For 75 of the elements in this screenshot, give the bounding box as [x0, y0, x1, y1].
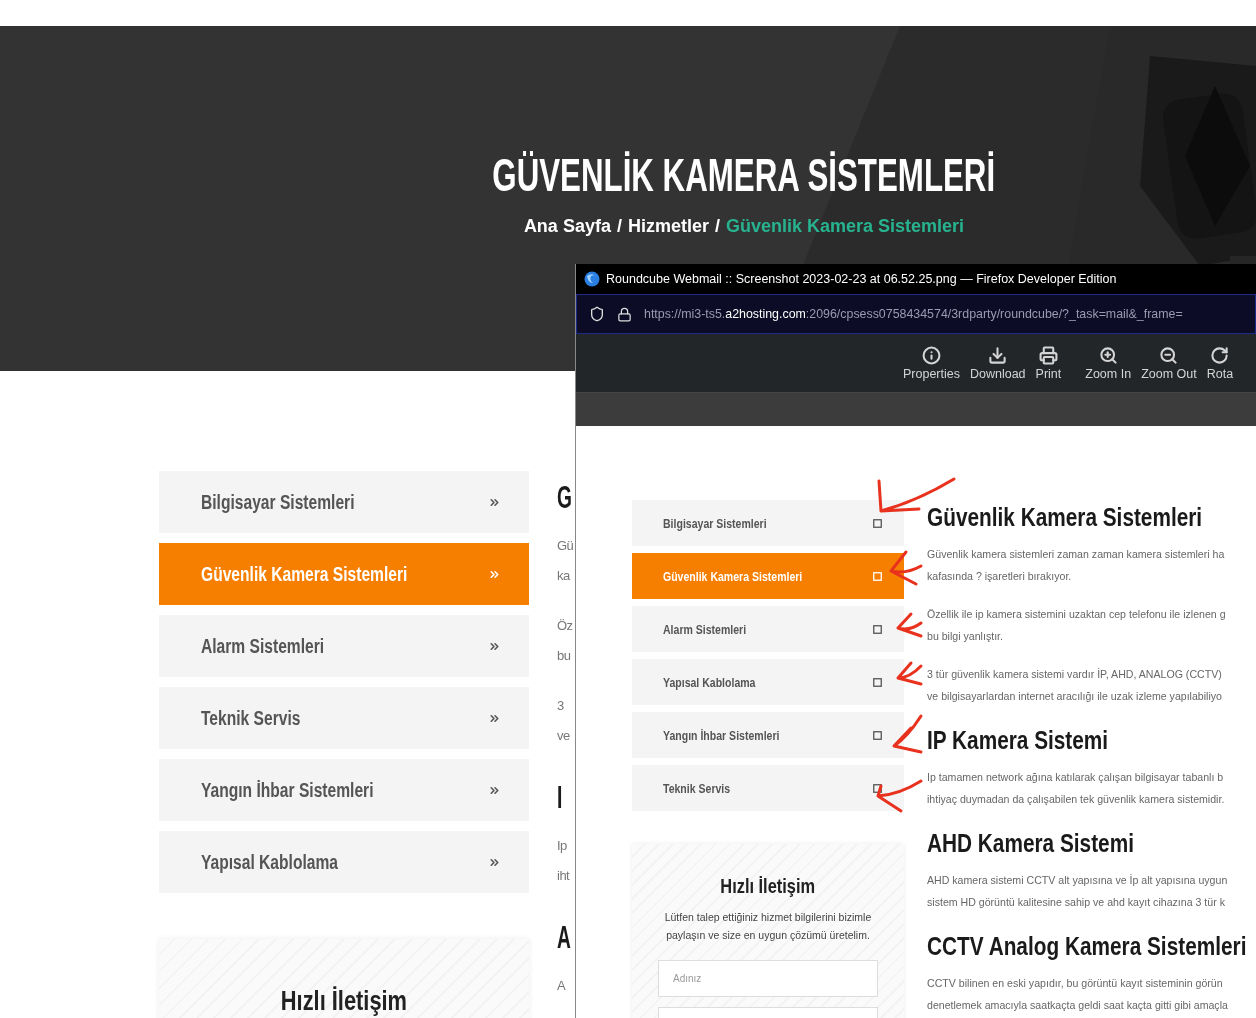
square-icon: [873, 571, 882, 581]
card-title: Hızlı İletişim: [720, 874, 816, 898]
arrow-annotation: [876, 779, 923, 813]
body-text: CCTV bilinen en eski yapıdır, bu görüntü kayıt sisteminin görün: [927, 976, 1223, 991]
body-text: 3 tür güvenlik kamera sistemi vardır İP, AHD, ANALOG (CCTV): [927, 667, 1222, 682]
zoom-in-icon: [1098, 345, 1118, 365]
body-text: A: [557, 977, 566, 995]
sidebar-item[interactable]: Yapısal Kablolama: [159, 831, 529, 893]
square-icon: [873, 783, 882, 793]
body-text: bu bilgi yanlıştır.: [927, 629, 1003, 644]
sidebar-item[interactable]: Yapısal Kablolama: [632, 659, 904, 705]
browser-logo-icon: [584, 271, 600, 287]
card-text: Lütfen talep ettiğiniz hizmet bilgilerini bizimle paylaşın ve size en uygun çözümü üretelim.: [663, 910, 873, 943]
body-text: ihtiyaç duymadan da çalışabilen tek güvenlik kamera sistemidir.: [927, 792, 1225, 807]
arrow-annotation: [896, 661, 923, 686]
print-icon: [1038, 345, 1058, 365]
body-text: Gü: [557, 537, 574, 555]
body-text: ve: [557, 727, 570, 745]
square-icon: [873, 677, 882, 687]
body-text: 3: [557, 697, 564, 715]
shield-icon[interactable]: [589, 306, 605, 322]
breadcrumb-separator: /: [714, 216, 720, 237]
window-title: Roundcube Webmail :: Screenshot 2023-02-23 at 06.52.25.png — Firefox Developer Edition: [606, 272, 1117, 286]
sidebar-item[interactable]: Teknik Servis: [159, 687, 529, 749]
square-icon: [873, 518, 882, 528]
body-text: AHD kamera sistemi CCTV alt yapısına ve İp alt yapısına uygun: [927, 873, 1228, 888]
body-text: Ip tamamen network ağına katılarak çalışan bilgisayar tabanlı b: [927, 770, 1224, 785]
breadcrumb-link[interactable]: Hizmetler: [627, 216, 709, 237]
card-title: Hızlı İletişim: [280, 985, 408, 1018]
body-text: Güvenlik kamera sistemleri zaman zaman kamera sistemleri ha: [927, 547, 1225, 562]
body-text: iht: [557, 867, 570, 885]
zoom-out-icon: [1159, 345, 1179, 365]
arrow-annotation: [889, 550, 923, 586]
body-text: denetlemek amacıyla saatkaçta geldi saat kaçta gitti gibi amaçla: [927, 998, 1228, 1013]
arrow-annotation: [892, 714, 923, 754]
page-title: GÜVENLİK KAMERA SİSTEMLERİ: [492, 148, 996, 202]
section-heading: AHD Kamera Sistemi: [927, 828, 1134, 858]
section-heading: CCTV Analog Kamera Sistemleri: [927, 931, 1247, 961]
body-text: ve bilgisayarlardan internet aracılığı ile uzak izleme yapılabiliyo: [927, 689, 1222, 704]
sidebar-item[interactable]: Yangın İhbar Sistemleri: [632, 712, 904, 758]
body-text: ka: [557, 567, 570, 585]
sidebar-item[interactable]: Bilgisayar Sistemleri: [159, 471, 529, 533]
section-heading: G: [557, 478, 572, 517]
section-heading: IP Kamera Sistemi: [927, 725, 1109, 755]
sidebar-item[interactable]: Alarm Sistemleri: [632, 606, 904, 652]
breadcrumb-current[interactable]: Güvenlik Kamera Sistemleri: [726, 216, 965, 237]
rotate-icon: [1210, 345, 1230, 365]
body-text: Ip: [557, 837, 567, 855]
sidebar-item[interactable]: Yangın İhbar Sistemleri: [159, 759, 529, 821]
download-icon: [988, 345, 1008, 365]
section-heading: Güvenlik Kamera Sistemleri: [927, 502, 1203, 532]
breadcrumb-link[interactable]: Ana Sayfa: [523, 216, 611, 237]
body-text: kafasında ? işaretleri bırakıyor.: [927, 569, 1072, 584]
section-heading: A: [557, 918, 571, 957]
lock-icon[interactable]: [617, 306, 632, 322]
square-icon: [873, 730, 882, 740]
toolbar-button[interactable]: Zoom In: [1083, 345, 1134, 381]
body-text: Öz: [557, 617, 573, 635]
input-field[interactable]: Adınız: [658, 960, 878, 997]
toolbar-button[interactable]: Download: [968, 345, 1028, 381]
sidebar-item[interactable]: Alarm Sistemleri: [159, 615, 529, 677]
toolbar-button[interactable]: Zoom Out: [1139, 345, 1199, 381]
body-text: Özellik ile ip kamera sistemini uzaktan cep telefonu ile izlenen g: [927, 607, 1226, 622]
square-icon: [873, 624, 882, 634]
breadcrumb-separator: /: [616, 216, 622, 237]
body-text: bu: [557, 647, 571, 665]
toolbar-button[interactable]: Properties: [901, 345, 962, 381]
info-icon: [922, 345, 941, 365]
toolbar-button[interactable]: Rota: [1204, 345, 1236, 381]
section-heading: I: [557, 778, 563, 817]
sidebar-item[interactable]: Teknik Servis: [632, 765, 904, 811]
arrow-annotation: [896, 612, 923, 638]
toolbar-button[interactable]: Print: [1033, 345, 1064, 381]
body-text: sistem HD görüntü kalitesine sahip ve ahd kayıt cihazına 3 tür k: [927, 895, 1225, 910]
sidebar-item[interactable]: Bilgisayar Sistemleri: [632, 500, 904, 546]
